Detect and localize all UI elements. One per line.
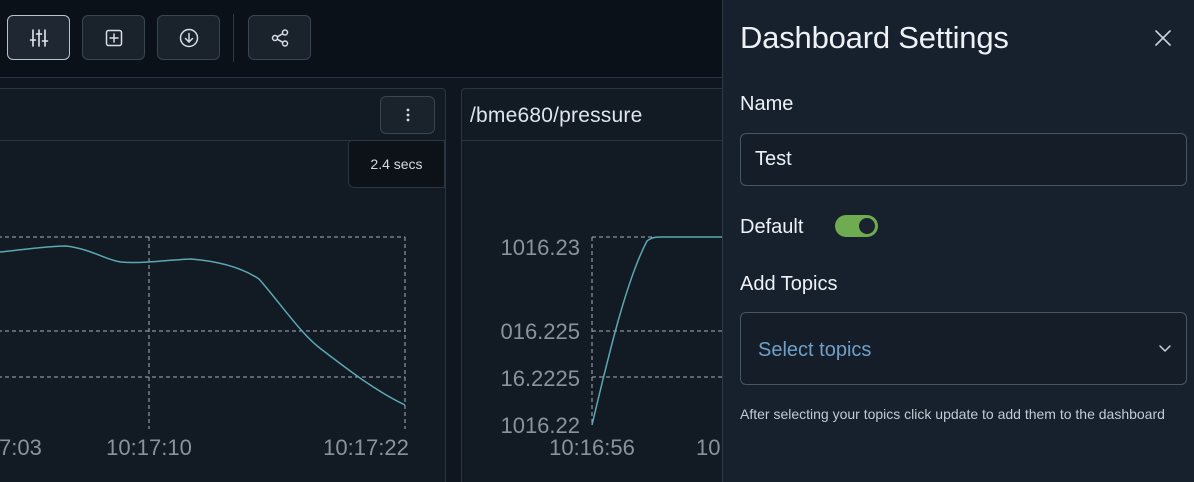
y-tick-label: 16.2225 (500, 366, 580, 391)
name-input[interactable] (740, 133, 1187, 186)
chevron-down-icon (1159, 345, 1171, 352)
add-panel-button[interactable] (82, 15, 145, 60)
default-label: Default (740, 216, 804, 238)
panel-2-plot: 1016.23 016.225 16.2225 1016.22 10:16:56… (500, 235, 760, 460)
y-tick-label: 1016.23 (500, 235, 580, 260)
default-toggle[interactable] (835, 215, 878, 237)
plot-grid (0, 236, 406, 429)
y-tick-label: 016.225 (500, 319, 580, 344)
add-panel-icon (105, 29, 122, 46)
download-icon (179, 28, 198, 47)
settings-button[interactable] (7, 15, 70, 60)
dashboard-settings-drawer: Dashboard Settings Name Default Add Topi… (722, 0, 1194, 482)
x-tick-label: 10:17:10 (106, 435, 192, 460)
x-tick-label: 10 (696, 435, 720, 460)
toolbar-divider (233, 14, 234, 62)
topics-select-placeholder: Select topics (758, 339, 872, 361)
close-button[interactable] (1151, 26, 1175, 50)
add-topics-label: Add Topics (740, 273, 838, 295)
x-tick-label: 10:17:22 (323, 435, 409, 460)
chart-panel-pressure: /bme680/pressure 1016.23 016.225 16.2225… (461, 88, 761, 482)
toggle-knob (859, 218, 875, 234)
share-button[interactable] (248, 15, 311, 60)
download-button[interactable] (157, 15, 220, 60)
dashboard-toolbar (0, 0, 722, 78)
topics-select[interactable]: Select topics (740, 312, 1187, 385)
drawer-title: Dashboard Settings (740, 20, 1009, 55)
settings-sliders-icon (29, 28, 48, 47)
topics-help-text: After selecting your topics click update… (740, 406, 1165, 422)
x-tick-label: 10:16:56 (549, 435, 635, 460)
share-icon (271, 28, 288, 47)
chart-panel-1: 2.4 secs 7:03 10:17:10 10:17:22 (0, 88, 446, 482)
name-label: Name (740, 93, 794, 115)
x-tick-label: 7:03 (0, 435, 42, 460)
close-icon (1155, 30, 1171, 46)
panel-1-plot: 7:03 10:17:10 10:17:22 (0, 236, 409, 460)
series-line (0, 245, 406, 406)
